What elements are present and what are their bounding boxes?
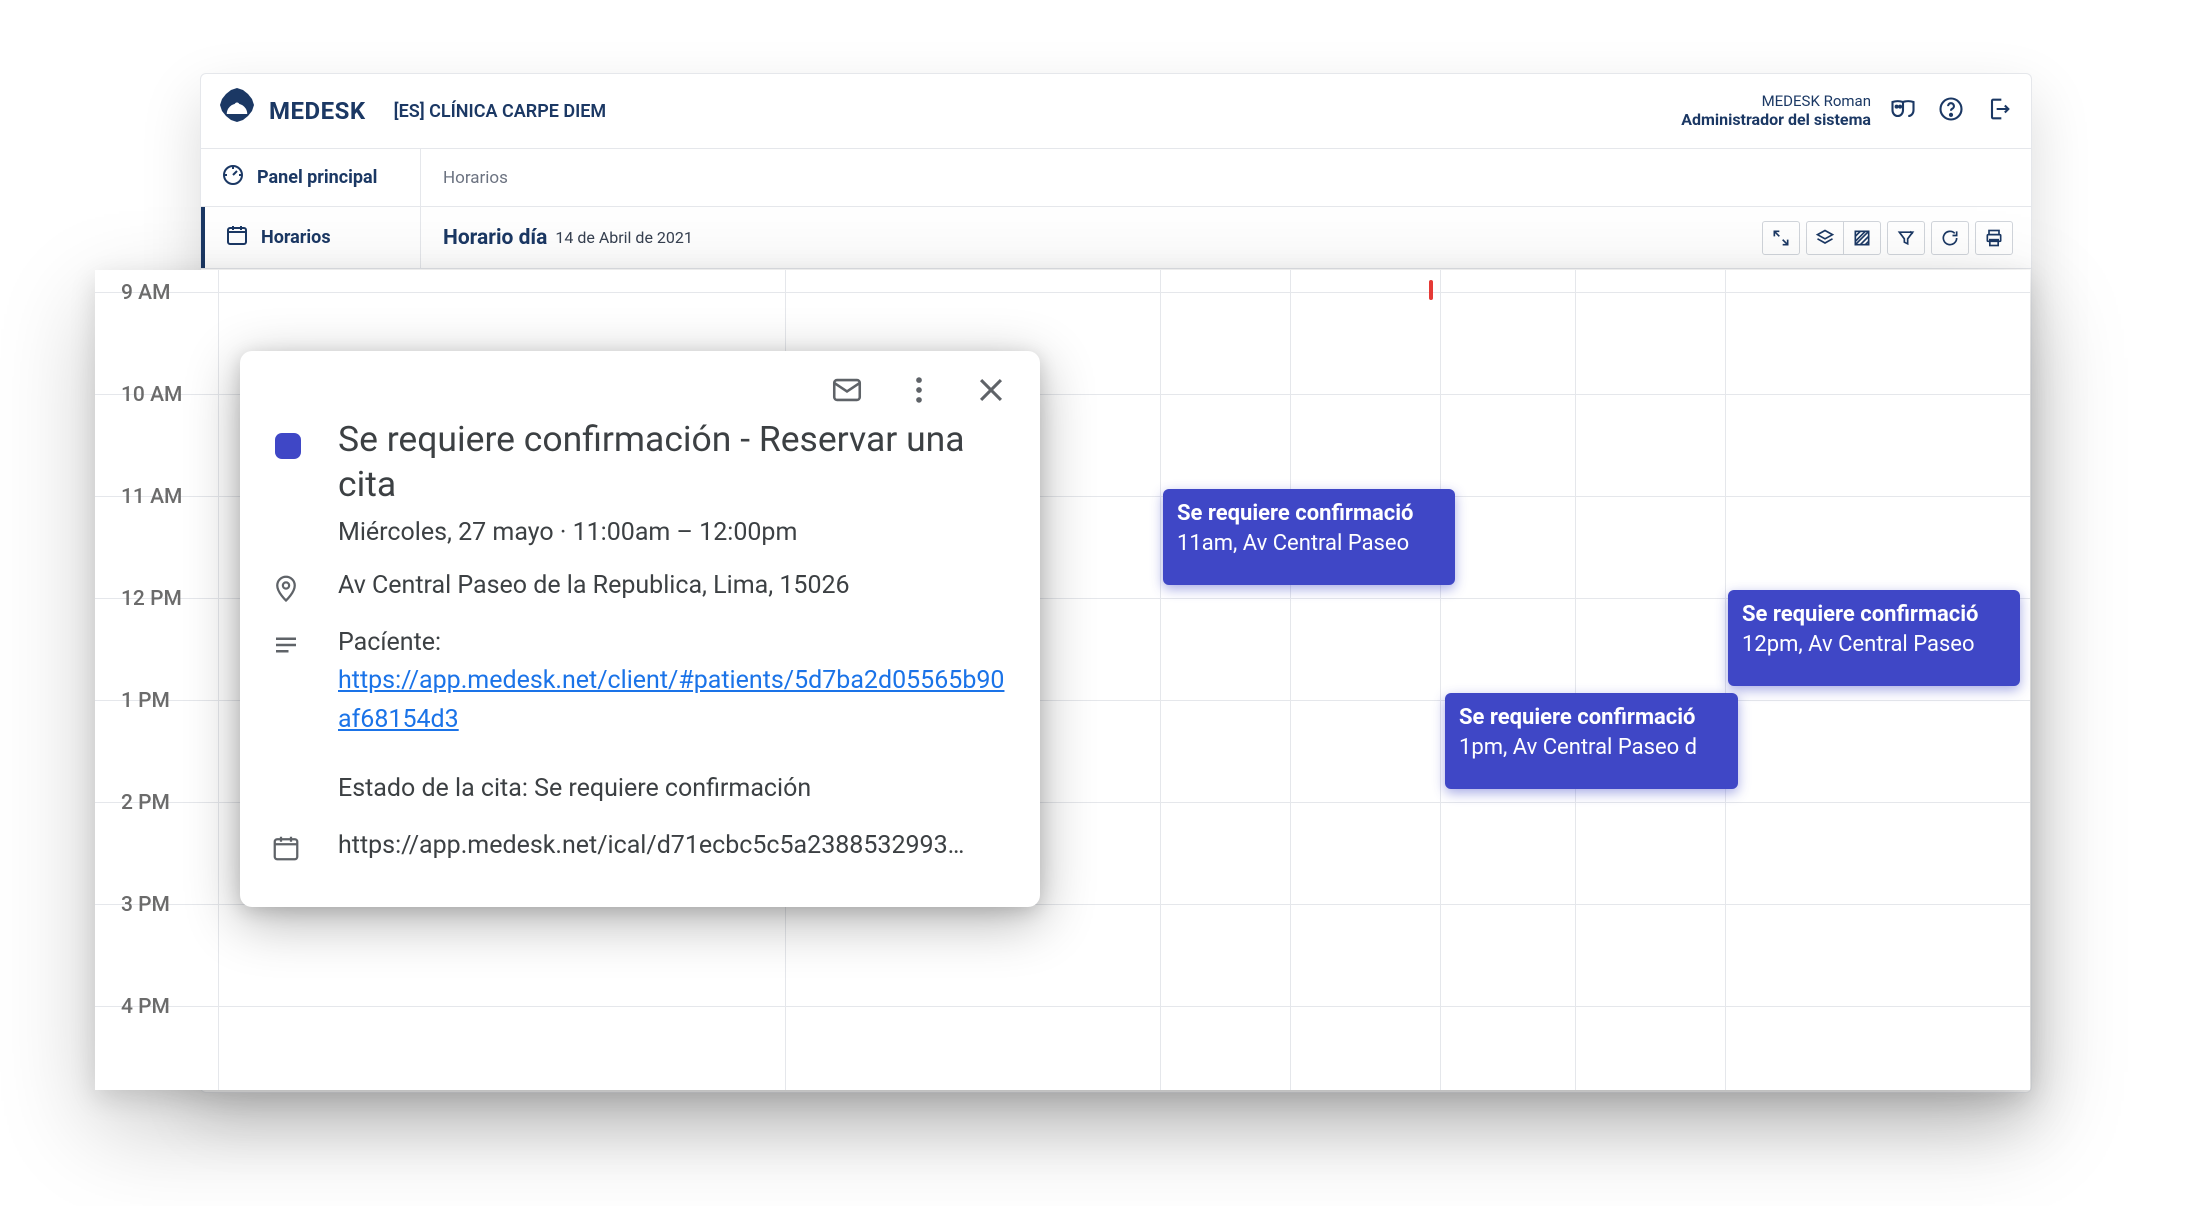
clinic-name: [ES] CLÍNICA CARPE DIEM — [394, 101, 607, 122]
print-button[interactable] — [1975, 221, 2013, 255]
help-icon[interactable] — [1937, 95, 1965, 127]
mail-icon[interactable] — [830, 373, 864, 411]
hatch-button[interactable] — [1843, 221, 1881, 255]
grid-row: 3 PM — [95, 904, 2030, 1006]
refresh-button[interactable] — [1931, 221, 1969, 255]
calendar-event[interactable]: Se requiere confirmació 11am, Av Central… — [1163, 489, 1455, 585]
event-title: Se requiere confirmació — [1459, 703, 1724, 733]
event-subtitle: 11am, Av Central Paseo — [1177, 529, 1441, 559]
now-indicator — [1429, 280, 1433, 300]
event-title: Se requiere confirmació — [1177, 499, 1441, 529]
grid-row: 4 PM — [95, 1006, 2030, 1090]
medesk-logo-text: MEDESK — [269, 97, 366, 125]
time-label: 12 PM — [121, 587, 211, 611]
theater-masks-icon[interactable] — [1889, 95, 1917, 127]
location-pin-icon — [268, 567, 304, 603]
patient-link[interactable]: https://app.medesk.net/client/#patients/… — [338, 666, 1004, 734]
status-label: Estado de la cita: — [338, 774, 528, 803]
event-subtitle: 12pm, Av Central Paseo — [1742, 630, 2006, 660]
logout-icon[interactable] — [1985, 95, 2013, 127]
current-user[interactable]: MEDESK Roman Administrador del sistema — [1681, 92, 1871, 131]
popup-description: Pacíente: https://app.medesk.net/client/… — [338, 624, 1012, 809]
medesk-logo-icon — [215, 87, 259, 135]
time-label: 9 AM — [121, 281, 211, 305]
time-label: 1 PM — [121, 689, 211, 713]
calendar-event[interactable]: Se requiere confirmació 1pm, Av Central … — [1445, 693, 1738, 789]
calendar-event[interactable]: Se requiere confirmació 12pm, Av Central… — [1728, 590, 2020, 686]
medesk-topbar: MEDESK [ES] CLÍNICA CARPE DIEM MEDESK Ro… — [201, 74, 2031, 149]
event-subtitle: 1pm, Av Central Paseo d — [1459, 733, 1724, 763]
event-color-swatch — [275, 433, 301, 459]
sidebar-label: Panel principal — [257, 167, 377, 188]
close-icon[interactable] — [974, 373, 1008, 411]
medesk-logo[interactable]: MEDESK — [215, 87, 366, 135]
layers-button[interactable] — [1806, 221, 1844, 255]
view-date: 14 de Abril de 2021 — [555, 228, 692, 247]
popup-event-title: Se requiere confirmación - Reservar una … — [338, 417, 1012, 508]
breadcrumb: Horarios — [421, 149, 508, 206]
user-name: MEDESK Roman — [1681, 92, 1871, 111]
filter-button[interactable] — [1887, 221, 1925, 255]
popup-event-datetime: Miércoles, 27 mayo · 11:00am – 12:00pm — [338, 518, 1012, 547]
medesk-subbar: Panel principal Horarios — [201, 149, 2031, 207]
time-label: 2 PM — [121, 791, 211, 815]
calendar-outline-icon — [268, 827, 304, 863]
popup-action-bar — [268, 373, 1008, 411]
toolbar-actions — [1762, 207, 2031, 268]
view-title: Horario día — [443, 226, 547, 250]
sidebar-item-horarios[interactable]: Horarios — [201, 207, 421, 268]
calendar-icon — [225, 223, 249, 252]
user-role: Administrador del sistema — [1681, 110, 1871, 130]
time-label: 4 PM — [121, 995, 211, 1019]
time-label: 3 PM — [121, 893, 211, 917]
description-icon — [268, 624, 304, 660]
more-options-icon[interactable] — [902, 373, 936, 411]
popup-location: Av Central Paseo de la Republica, Lima, … — [338, 567, 850, 606]
topbar-icon-group — [1889, 95, 2013, 127]
popup-ical-link[interactable]: https://app.medesk.net/ical/d71ecbc5c5a2… — [338, 827, 964, 866]
time-label: 11 AM — [121, 485, 211, 509]
time-label: 10 AM — [121, 383, 211, 407]
gauge-icon — [221, 163, 245, 192]
medesk-toolbar: Horarios Horario día 14 de Abril de 2021 — [201, 207, 2031, 269]
patient-label: Pacíente: — [338, 628, 441, 657]
sidebar-item-panel-principal[interactable]: Panel principal — [201, 149, 421, 206]
sidebar-label: Horarios — [261, 227, 331, 248]
event-title: Se requiere confirmació — [1742, 600, 2006, 630]
status-value: Se requiere confirmación — [534, 774, 811, 803]
expand-button[interactable] — [1762, 221, 1800, 255]
event-popup: Se requiere confirmación - Reservar una … — [240, 351, 1040, 907]
